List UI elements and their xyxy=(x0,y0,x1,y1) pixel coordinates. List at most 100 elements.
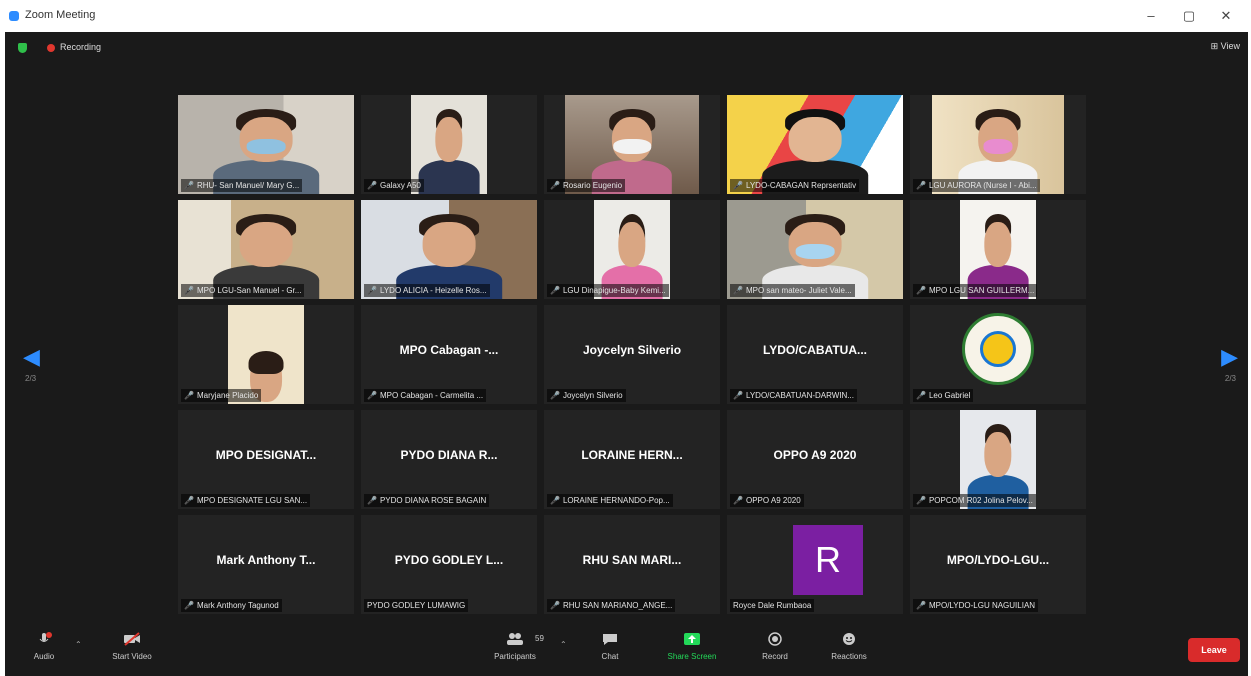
minimize-button[interactable]: – xyxy=(1137,6,1165,26)
muted-mic-icon: 🎤 xyxy=(733,391,743,400)
audio-button[interactable]: Audio xyxy=(19,632,69,661)
reactions-button[interactable]: Reactions xyxy=(817,632,881,661)
previous-page-icon[interactable]: ◀ xyxy=(23,344,40,370)
participants-options-chevron-icon[interactable]: ⌃ xyxy=(560,640,567,649)
participant-tile[interactable]: 🎤 Rosario Eugenio xyxy=(544,95,720,194)
next-page-icon[interactable]: ▶ xyxy=(1221,344,1238,370)
participant-name-label: 🎤 LGU AURORA (Nurse I - Abi... xyxy=(913,179,1040,192)
participant-tile[interactable]: 🎤 POPCOM R02 Jolina Pelov... xyxy=(910,410,1086,509)
audio-label: Audio xyxy=(33,652,55,661)
muted-mic-icon: 🎤 xyxy=(550,181,560,190)
participant-name: MPO san mateo- Juliet Vale... xyxy=(745,286,852,295)
audio-options-chevron-icon[interactable]: ⌃ xyxy=(75,640,82,649)
restore-button[interactable]: ▢ xyxy=(1175,6,1203,26)
participant-tile[interactable]: RHU SAN MARI... 🎤 RHU SAN MARIANO_ANGE... xyxy=(544,515,720,614)
muted-mic-icon: 🎤 xyxy=(733,286,743,295)
participant-tile[interactable]: MPO DESIGNAT... 🎤 MPO DESIGNATE LGU SAN..… xyxy=(178,410,354,509)
muted-mic-icon: 🎤 xyxy=(733,181,743,190)
participant-name-label: 🎤 RHU SAN MARIANO_ANGE... xyxy=(547,599,676,612)
leave-button[interactable]: Leave xyxy=(1188,638,1240,662)
participant-name: POPCOM R02 Jolina Pelov... xyxy=(928,496,1033,505)
participant-name-label: 🎤 MPO/LYDO-LGU NAGUILIAN xyxy=(913,599,1039,612)
participant-display-name: MPO DESIGNAT... xyxy=(215,448,317,462)
muted-mic-icon: 🎤 xyxy=(184,391,194,400)
participant-tile[interactable]: 🎤 LYDO-CABAGAN Reprsentativ xyxy=(727,95,903,194)
participant-name-label: 🎤 Galaxy A50 xyxy=(364,179,424,192)
chat-icon xyxy=(603,634,617,645)
muted-mic-icon: 🎤 xyxy=(916,496,926,505)
participant-name-label: 🎤 Joycelyn Silverio xyxy=(547,389,626,402)
record-button[interactable]: Record xyxy=(747,632,803,661)
muted-mic-icon: 🎤 xyxy=(550,391,560,400)
participant-name: RHU- San Manuel/ Mary G... xyxy=(196,181,300,190)
record-icon xyxy=(768,632,782,646)
view-button[interactable]: ⊞ View xyxy=(1211,41,1240,52)
window-titlebar: Zoom Meeting – ▢ ✕ xyxy=(0,0,1251,32)
meeting-stage: Recording ⊞ View ◀ 2/3 ▶ 2/3 🎤 RHU- San M… xyxy=(5,32,1248,676)
muted-mic-icon: 🎤 xyxy=(367,496,377,505)
video-off-icon xyxy=(124,632,140,646)
participant-tile[interactable]: 🎤 MPO san mateo- Juliet Vale... xyxy=(727,200,903,299)
participant-name-label: Royce Dale Rumbaoa xyxy=(730,599,815,612)
participant-tile[interactable]: 🎤 LYDO ALICIA - Heizelle Ros... xyxy=(361,200,537,299)
participant-tile[interactable]: PYDO DIANA R... 🎤 PYDO DIANA ROSE BAGAIN xyxy=(361,410,537,509)
security-shield-icon[interactable] xyxy=(18,43,27,53)
muted-mic-icon: 🎤 xyxy=(550,496,560,505)
page-indicator-right: 2/3 xyxy=(1224,374,1236,383)
close-button[interactable]: ✕ xyxy=(1212,6,1240,26)
participant-name: Mark Anthony Tagunod xyxy=(196,601,279,610)
muted-mic-icon: 🎤 xyxy=(184,181,194,190)
participant-name-label: 🎤 Rosario Eugenio xyxy=(547,179,626,192)
participant-tile[interactable]: 🎤 Galaxy A50 xyxy=(361,95,537,194)
participant-tile[interactable]: PYDO GODLEY L... PYDO GODLEY LUMAWIG xyxy=(361,515,537,614)
participant-tile[interactable]: Joycelyn Silverio 🎤 Joycelyn Silverio xyxy=(544,305,720,404)
participant-display-name: PYDO GODLEY L... xyxy=(394,553,504,567)
muted-mic-icon: 🎤 xyxy=(184,496,194,505)
participant-tile[interactable]: 🎤 Maryjane Placido xyxy=(178,305,354,404)
muted-mic-icon: 🎤 xyxy=(916,181,926,190)
record-label: Record xyxy=(762,652,788,661)
participant-name: Joycelyn Silverio xyxy=(562,391,623,400)
start-video-button[interactable]: Start Video xyxy=(100,632,164,661)
participant-name: OPPO A9 2020 xyxy=(745,496,801,505)
participant-tile[interactable]: 🎤 MPO LGU SAN GUILLERM... xyxy=(910,200,1086,299)
participant-tile[interactable]: 🎤 Leo Gabriel xyxy=(910,305,1086,404)
participant-tile[interactable]: MPO/LYDO-LGU... 🎤 MPO/LYDO-LGU NAGUILIAN xyxy=(910,515,1086,614)
participant-name: MPO Cabagan - Carmelita ... xyxy=(379,391,484,400)
participant-display-name: Joycelyn Silverio xyxy=(582,343,682,357)
participant-name: PYDO DIANA ROSE BAGAIN xyxy=(379,496,487,505)
participant-name-label: 🎤 MPO Cabagan - Carmelita ... xyxy=(364,389,487,402)
share-screen-button[interactable]: Share Screen xyxy=(655,632,729,661)
participant-tile[interactable]: MPO Cabagan -... 🎤 MPO Cabagan - Carmelit… xyxy=(361,305,537,404)
participant-name-label: 🎤 RHU- San Manuel/ Mary G... xyxy=(181,179,303,192)
participant-name: MPO LGU SAN GUILLERM... xyxy=(928,286,1035,295)
participant-tile[interactable]: 🎤 LGU AURORA (Nurse I - Abi... xyxy=(910,95,1086,194)
participant-tile[interactable]: R Royce Dale Rumbaoa xyxy=(727,515,903,614)
muted-mic-icon: 🎤 xyxy=(184,286,194,295)
participant-tile[interactable]: OPPO A9 2020 🎤 OPPO A9 2020 xyxy=(727,410,903,509)
participant-display-name: OPPO A9 2020 xyxy=(773,448,857,462)
participant-display-name: Mark Anthony T... xyxy=(216,553,316,567)
muted-mic-icon: 🎤 xyxy=(916,601,926,610)
participant-name-label: 🎤 LYDO ALICIA - Heizelle Ros... xyxy=(364,284,490,297)
participant-name-label: 🎤 OPPO A9 2020 xyxy=(730,494,804,507)
participant-tile[interactable]: 🎤 MPO LGU-San Manuel - Gr... xyxy=(178,200,354,299)
muted-mic-icon: 🎤 xyxy=(916,286,926,295)
window-title: Zoom Meeting xyxy=(25,9,96,21)
participant-tile[interactable]: 🎤 RHU- San Manuel/ Mary G... xyxy=(178,95,354,194)
muted-mic-icon: 🎤 xyxy=(916,391,926,400)
participants-icon xyxy=(507,633,523,645)
participant-name: Leo Gabriel xyxy=(928,391,971,400)
participant-name-label: 🎤 MPO DESIGNATE LGU SAN... xyxy=(181,494,311,507)
participant-name: MPO LGU-San Manuel - Gr... xyxy=(196,286,302,295)
participant-name-label: 🎤 LORAINE HERNANDO-Pop... xyxy=(547,494,673,507)
reactions-smiley-icon xyxy=(843,633,855,645)
participant-tile[interactable]: 🎤 LGU Dinapigue-Baby Kemi... xyxy=(544,200,720,299)
organization-logo xyxy=(962,313,1034,385)
participant-tile[interactable]: LORAINE HERN... 🎤 LORAINE HERNANDO-Pop... xyxy=(544,410,720,509)
participant-name: LORAINE HERNANDO-Pop... xyxy=(562,496,670,505)
participant-tile[interactable]: Mark Anthony T... 🎤 Mark Anthony Tagunod xyxy=(178,515,354,614)
chat-button[interactable]: Chat xyxy=(585,632,635,661)
muted-mic-icon: 🎤 xyxy=(367,181,377,190)
participant-tile[interactable]: LYDO/CABATUA... 🎤 LYDO/CABATUAN-DARWIN... xyxy=(727,305,903,404)
